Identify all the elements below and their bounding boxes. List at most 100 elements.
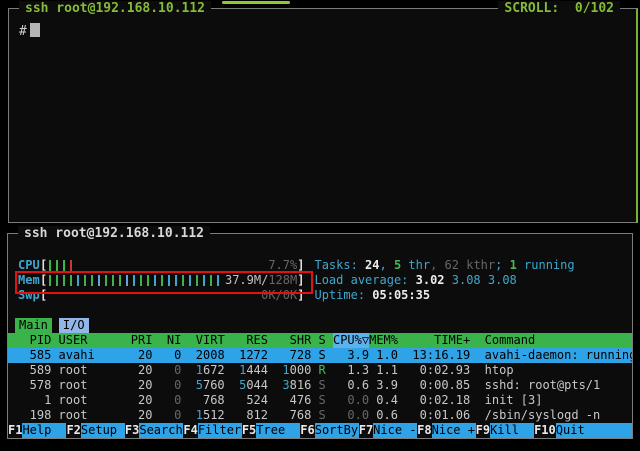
cell: init [3]: [485, 393, 632, 408]
fkey-key: F2: [66, 423, 80, 438]
swap-meter: Swp[0K/0K]: [8, 288, 304, 303]
column-header-mem[interactable]: MEM%: [369, 333, 398, 348]
cpu-meter-label: CPU: [18, 258, 40, 273]
cell: 728: [275, 348, 311, 363]
terminal-pane-bottom[interactable]: ssh root@192.168.10.112 CPU[7.7%] Tasks:…: [7, 233, 633, 439]
fkey-setup[interactable]: Setup: [81, 423, 125, 438]
shell-prompt[interactable]: #: [19, 23, 40, 41]
cell: 0.0: [333, 393, 369, 408]
column-header-pid[interactable]: PID: [15, 333, 51, 348]
cell: avahi-daemon: running: [485, 348, 632, 363]
cell: 0:01.06: [405, 408, 470, 423]
cell: 0.4: [369, 393, 398, 408]
cell: 13:16.19: [405, 348, 470, 363]
column-header-cpu[interactable]: CPU%▽: [333, 333, 369, 348]
fkey-filter[interactable]: Filter: [198, 423, 242, 438]
tasks-summary: Tasks: 24, 5 thr, 62 kthr; 1 running: [314, 258, 574, 273]
cell: 0: [160, 378, 182, 393]
column-header-res[interactable]: RES: [232, 333, 268, 348]
fkey-key: F9: [476, 423, 490, 438]
load-average: Load average: 3.02 3.08 3.08: [314, 273, 516, 288]
process-row[interactable]: 578root200576050443816S0.63.90:00.85sshd…: [8, 378, 632, 393]
cell: root: [59, 363, 124, 378]
cell: 0: [160, 363, 182, 378]
function-key-bar: F1HelpF2SetupF3SearchF4FilterF5TreeF6Sor…: [8, 423, 632, 438]
fkey-key: F4: [183, 423, 197, 438]
process-row[interactable]: 1root200768524476S0.00.40:02.18init [3]: [8, 393, 632, 408]
cell: 3.9: [333, 348, 369, 363]
column-header-time[interactable]: TIME+: [405, 333, 470, 348]
pane-title: ssh root@192.168.10.112: [19, 1, 211, 16]
cell: S: [319, 378, 326, 393]
process-row[interactable]: 589root200167214441000R1.31.10:02.93htop: [8, 363, 632, 378]
cell: /sbin/syslogd -n: [485, 408, 632, 423]
fkey-key: F3: [125, 423, 139, 438]
column-header-ni[interactable]: NI: [160, 333, 182, 348]
fkey-nice[interactable]: Nice -: [373, 423, 417, 438]
cell: 0: [160, 408, 182, 423]
cell: 1672: [189, 363, 225, 378]
cell: 0.6: [333, 378, 369, 393]
process-row[interactable]: 585avahi20020081272728S3.91.013:16.19ava…: [8, 348, 632, 363]
fkey-tree[interactable]: Tree: [256, 423, 300, 438]
tab-main[interactable]: Main: [15, 318, 52, 333]
text-cursor: [30, 23, 40, 37]
fkey-kill[interactable]: Kill: [490, 423, 534, 438]
column-header-virt[interactable]: VIRT: [189, 333, 225, 348]
cell: 1512: [189, 408, 225, 423]
tab-io[interactable]: I/O: [59, 318, 89, 333]
mem-meter-label: Mem: [18, 273, 40, 288]
cell: 812: [232, 408, 268, 423]
cell: 578: [15, 378, 51, 393]
column-header-s[interactable]: S: [319, 333, 326, 348]
cell: 768: [189, 393, 225, 408]
cell: htop: [485, 363, 632, 378]
swap-meter-label: Swp: [18, 288, 40, 303]
cell: 2008: [189, 348, 225, 363]
fkey-search[interactable]: Search: [139, 423, 183, 438]
cell: 0:00.85: [405, 378, 470, 393]
cell: 0.0: [333, 408, 369, 423]
cell: avahi: [59, 348, 124, 363]
process-row[interactable]: 198root2001512812768S0.00.60:01.06/sbin/…: [8, 408, 632, 423]
cell: 524: [232, 393, 268, 408]
table-header-row: PID USER PRI NI VIRT RES SHR S CPU%▽MEM% TIME+ Com…: [8, 333, 632, 348]
cell: 0:02.93: [405, 363, 470, 378]
cell: 0:02.18: [405, 393, 470, 408]
cell: S: [319, 348, 326, 363]
cell: 0.6: [369, 408, 398, 423]
column-header-user[interactable]: USER: [59, 333, 124, 348]
fkey-quit[interactable]: Quit: [556, 423, 632, 438]
top-progress-fragment: [222, 1, 290, 4]
fkey-sortby[interactable]: SortBy: [315, 423, 359, 438]
cell: S: [319, 408, 326, 423]
cell: sshd: root@pts/1: [485, 378, 632, 393]
column-header-command[interactable]: Command: [485, 333, 632, 348]
cell: 20: [131, 378, 153, 393]
cell: 20: [131, 348, 153, 363]
uptime: Uptime: 05:05:35: [314, 288, 430, 303]
cell: 476: [275, 393, 311, 408]
process-table: PID USER PRI NI VIRT RES SHR S CPU%▽MEM% TIME+ Com…: [8, 333, 632, 423]
cell: 5044: [232, 378, 268, 393]
fkey-help[interactable]: Help: [22, 423, 66, 438]
fkey-key: F10: [534, 423, 556, 438]
cpu-meter: CPU[7.7%]: [8, 258, 304, 273]
cell: 3.9: [369, 378, 398, 393]
column-header-pri[interactable]: PRI: [131, 333, 153, 348]
cell: 1.0: [369, 348, 398, 363]
terminal-pane-top[interactable]: ssh root@192.168.10.112 SCROLL: 0/102 #: [8, 8, 638, 223]
fkey-key: F6: [300, 423, 314, 438]
cell: 0: [160, 393, 182, 408]
scroll-indicator: SCROLL: 0/102: [498, 1, 620, 16]
cell: 589: [15, 363, 51, 378]
column-header-shr[interactable]: SHR: [275, 333, 311, 348]
fkey-nice[interactable]: Nice +: [432, 423, 476, 438]
cell: root: [59, 408, 124, 423]
swap-meter-track: 0K/0K: [47, 288, 297, 303]
cpu-meter-track: 7.7%: [47, 258, 297, 273]
fkey-key: F5: [242, 423, 256, 438]
cell: 20: [131, 363, 153, 378]
mem-meter-track: 37.9M/128M: [47, 273, 297, 288]
prompt-symbol: #: [19, 24, 27, 39]
